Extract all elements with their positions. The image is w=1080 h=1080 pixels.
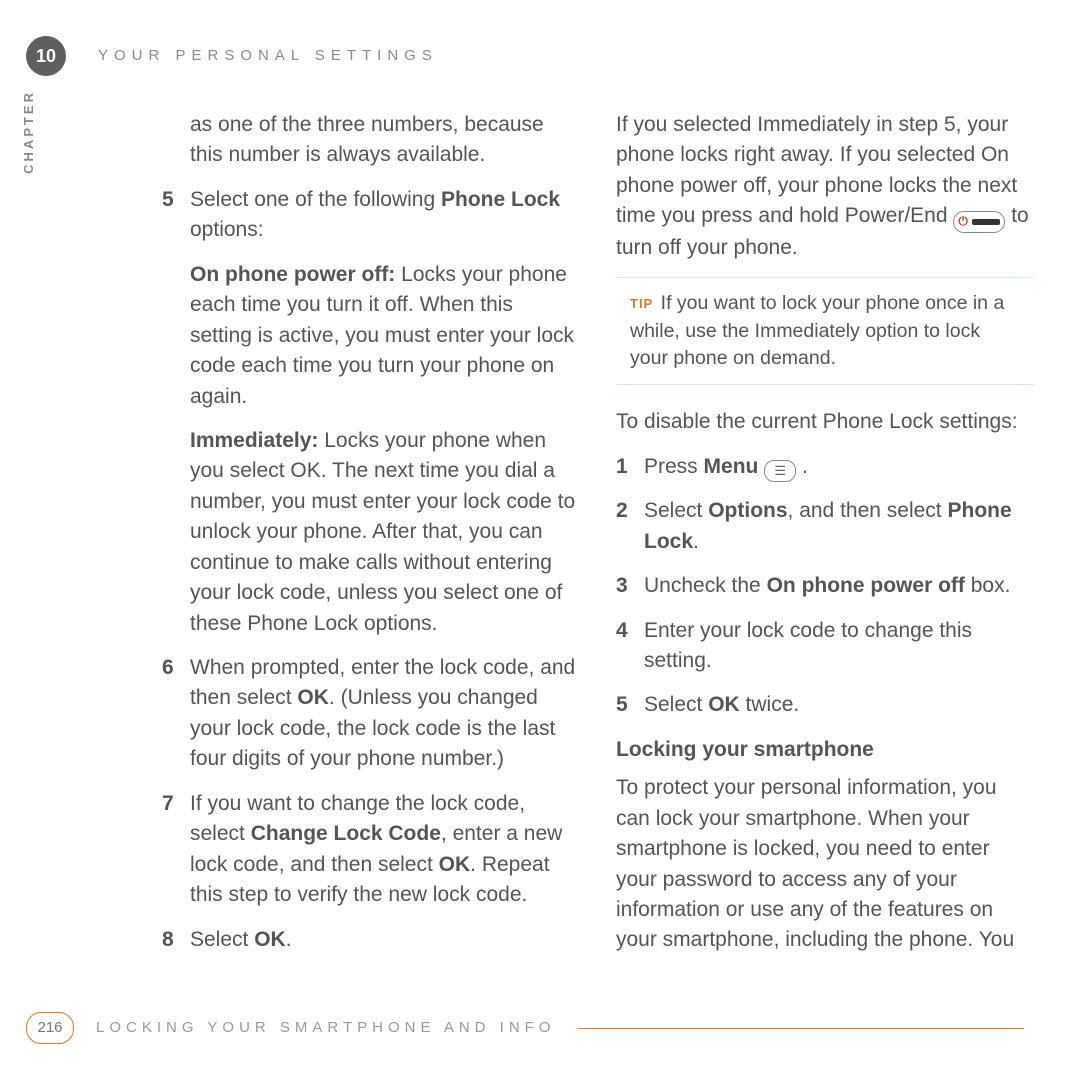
step-number: 7 [162, 789, 190, 911]
step-body: When prompted, enter the lock code, and … [190, 653, 580, 775]
step-number: 8 [162, 925, 190, 955]
bold-text: Options [708, 499, 787, 522]
bold-text: On phone power off: [190, 263, 395, 286]
step-number: 3 [616, 571, 644, 601]
chapter-badge: 10 [26, 36, 66, 76]
tip-callout: TIP If you want to lock your phone once … [616, 277, 1034, 385]
text: Select [644, 693, 708, 716]
power-bar [972, 219, 1001, 225]
text: Select one of the following [190, 188, 441, 211]
bold-text: OK [439, 853, 471, 876]
footer-title: LOCKING YOUR SMARTPHONE AND INFO [96, 1017, 556, 1039]
result-paragraph: If you selected Immediately in step 5, y… [616, 110, 1034, 263]
step-body: Select Options, and then select Phone Lo… [644, 496, 1034, 557]
content-columns: as one of the three numbers, because thi… [162, 110, 1034, 970]
bold-text: OK [297, 686, 329, 709]
text: . [693, 530, 699, 553]
step-body: Select OK. [190, 925, 580, 955]
disable-step-5: 5 Select OK twice. [616, 690, 1034, 720]
footer-rule [578, 1028, 1025, 1029]
text: box. [965, 574, 1011, 597]
step-number: 5 [162, 185, 190, 246]
step-number: 2 [616, 496, 644, 557]
step-number: 1 [616, 452, 644, 482]
bold-text: Immediately: [190, 429, 318, 452]
bold-text: Menu [704, 455, 759, 478]
step-5: 5 Select one of the following Phone Lock… [162, 185, 580, 246]
text: Uncheck the [644, 574, 767, 597]
text: If you selected Immediately in step 5, y… [616, 113, 1017, 227]
right-column: If you selected Immediately in step 5, y… [616, 110, 1034, 970]
option-1: On phone power off: Locks your phone eac… [190, 260, 580, 412]
step-6: 6 When prompted, enter the lock code, an… [162, 653, 580, 775]
text: Enter your lock code to change this sett… [644, 619, 972, 672]
step-number: 5 [616, 690, 644, 720]
step-body: Select OK twice. [644, 690, 1034, 720]
chapter-title: YOUR PERSONAL SETTINGS [98, 45, 438, 67]
chapter-side-label: CHAPTER [20, 90, 39, 174]
disable-heading: To disable the current Phone Lock settin… [616, 407, 1034, 437]
text: options: [190, 218, 264, 241]
text: Select [190, 928, 254, 951]
page-header: 10 YOUR PERSONAL SETTINGS [26, 36, 1024, 76]
option-2: Immediately: Locks your phone when you s… [190, 426, 580, 639]
bold-text: OK [254, 928, 286, 951]
step-body: Uncheck the On phone power off box. [644, 571, 1034, 601]
text: twice. [740, 693, 800, 716]
bold-text: OK [708, 693, 740, 716]
step-body: Enter your lock code to change this sett… [644, 616, 1034, 677]
document-page: 10 YOUR PERSONAL SETTINGS CHAPTER as one… [0, 0, 1080, 1080]
intro-text: as one of the three numbers, because thi… [190, 110, 580, 171]
text: , and then select [788, 499, 948, 522]
tip-text: If you want to lock your phone once in a… [630, 292, 1004, 369]
step-number: 6 [162, 653, 190, 775]
bold-text: On phone power off [767, 574, 965, 597]
left-column: as one of the three numbers, because thi… [162, 110, 580, 970]
step-body: Press Menu ☰ . [644, 452, 1034, 482]
page-number: 216 [26, 1012, 74, 1044]
step-8: 8 Select OK. [162, 925, 580, 955]
step-body: If you want to change the lock code, sel… [190, 789, 580, 911]
power-end-icon: ⏻ [953, 211, 1005, 233]
tip-label: TIP [630, 296, 653, 311]
text: . [796, 455, 808, 478]
disable-step-2: 2 Select Options, and then select Phone … [616, 496, 1034, 557]
chapter-number: 10 [36, 43, 56, 69]
disable-step-1: 1 Press Menu ☰ . [616, 452, 1034, 482]
text: Locks your phone when you select OK. The… [190, 429, 575, 635]
text: Select [644, 499, 708, 522]
page-footer: 216 LOCKING YOUR SMARTPHONE AND INFO [26, 1012, 1024, 1044]
bold-text: Change Lock Code [251, 822, 441, 845]
disable-step-4: 4 Enter your lock code to change this se… [616, 616, 1034, 677]
bold-text: Phone Lock [441, 188, 560, 211]
power-glyph: ⏻ [958, 213, 968, 230]
step-7: 7 If you want to change the lock code, s… [162, 789, 580, 911]
menu-icon: ☰ [764, 460, 796, 482]
step-number: 4 [616, 616, 644, 677]
disable-step-3: 3 Uncheck the On phone power off box. [616, 571, 1034, 601]
step-body: Select one of the following Phone Lock o… [190, 185, 580, 246]
text: . [286, 928, 292, 951]
text: Press [644, 455, 704, 478]
locking-paragraph: To protect your personal information, yo… [616, 773, 1034, 956]
section-heading: Locking your smartphone [616, 735, 1034, 765]
